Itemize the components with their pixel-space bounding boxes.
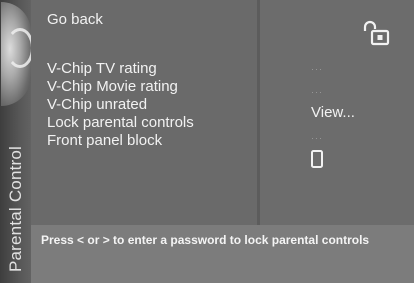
unrated-value[interactable]: View...: [311, 104, 355, 121]
unlocked-padlock-icon: [363, 20, 390, 46]
emblem-logo: [1, 2, 34, 106]
menu-item-lock-parental-controls[interactable]: Lock parental controls: [47, 114, 194, 131]
menu-item-front-panel-block[interactable]: Front panel block: [47, 132, 162, 149]
menu-item-vchip-tv-rating[interactable]: V-Chip TV rating: [47, 60, 157, 77]
menu-item-vchip-movie-rating[interactable]: V-Chip Movie rating: [47, 78, 178, 95]
emblem-ring: [6, 28, 34, 68]
menu-item-go-back[interactable]: Go back: [47, 11, 103, 28]
menu-panel: Go back V-Chip TV rating V-Chip Movie ra…: [31, 0, 260, 225]
menu-item-vchip-unrated[interactable]: V-Chip unrated: [47, 96, 147, 113]
movie-rating-placeholder: ···: [311, 87, 323, 97]
lock-value-placeholder: ···: [311, 133, 323, 143]
side-title-bar: Parental Control: [0, 0, 34, 283]
page-title: Parental Control: [6, 145, 25, 273]
tv-rating-placeholder: ···: [311, 64, 323, 74]
parental-control-screen: Parental Control Go back V-Chip TV ratin…: [0, 0, 414, 283]
front-panel-device-icon: [311, 150, 323, 168]
hint-text: Press < or > to enter a password to lock…: [41, 233, 370, 247]
hint-bar: Press < or > to enter a password to lock…: [31, 225, 414, 283]
